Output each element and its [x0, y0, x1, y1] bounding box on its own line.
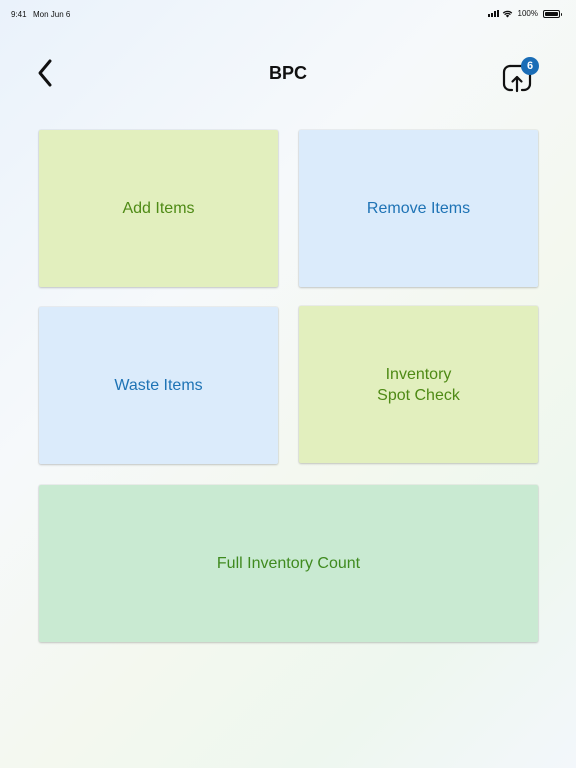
waste-items-tile[interactable]: Waste Items — [39, 307, 278, 464]
waste-items-label: Waste Items — [114, 377, 203, 394]
add-items-label: Add Items — [122, 200, 195, 217]
battery-icon — [543, 9, 562, 18]
add-items-tile[interactable]: Add Items — [39, 130, 278, 287]
remove-items-tile[interactable]: Remove Items — [299, 130, 538, 287]
full-inventory-count-label: Full Inventory Count — [216, 555, 361, 572]
wifi-icon — [502, 10, 512, 17]
inventory-spot-check-label: Inventory Spot Check — [377, 365, 460, 404]
sync-count-badge: 6 — [521, 57, 539, 75]
status-date: Mon Jun 6 — [33, 10, 71, 19]
full-inventory-count-tile[interactable]: Full Inventory Count — [39, 485, 538, 642]
page-title: BPC — [268, 63, 307, 83]
cellular-signal-icon — [487, 10, 499, 17]
remove-items-label: Remove Items — [366, 200, 471, 217]
battery-percent: 100% — [517, 9, 538, 18]
inventory-spot-check-tile[interactable]: Inventory Spot Check — [299, 306, 538, 463]
status-time: 9:41 — [11, 10, 27, 19]
status-bar: 9:41 Mon Jun 6 100% — [0, 0, 576, 28]
status-indicators: 100% — [487, 9, 562, 18]
